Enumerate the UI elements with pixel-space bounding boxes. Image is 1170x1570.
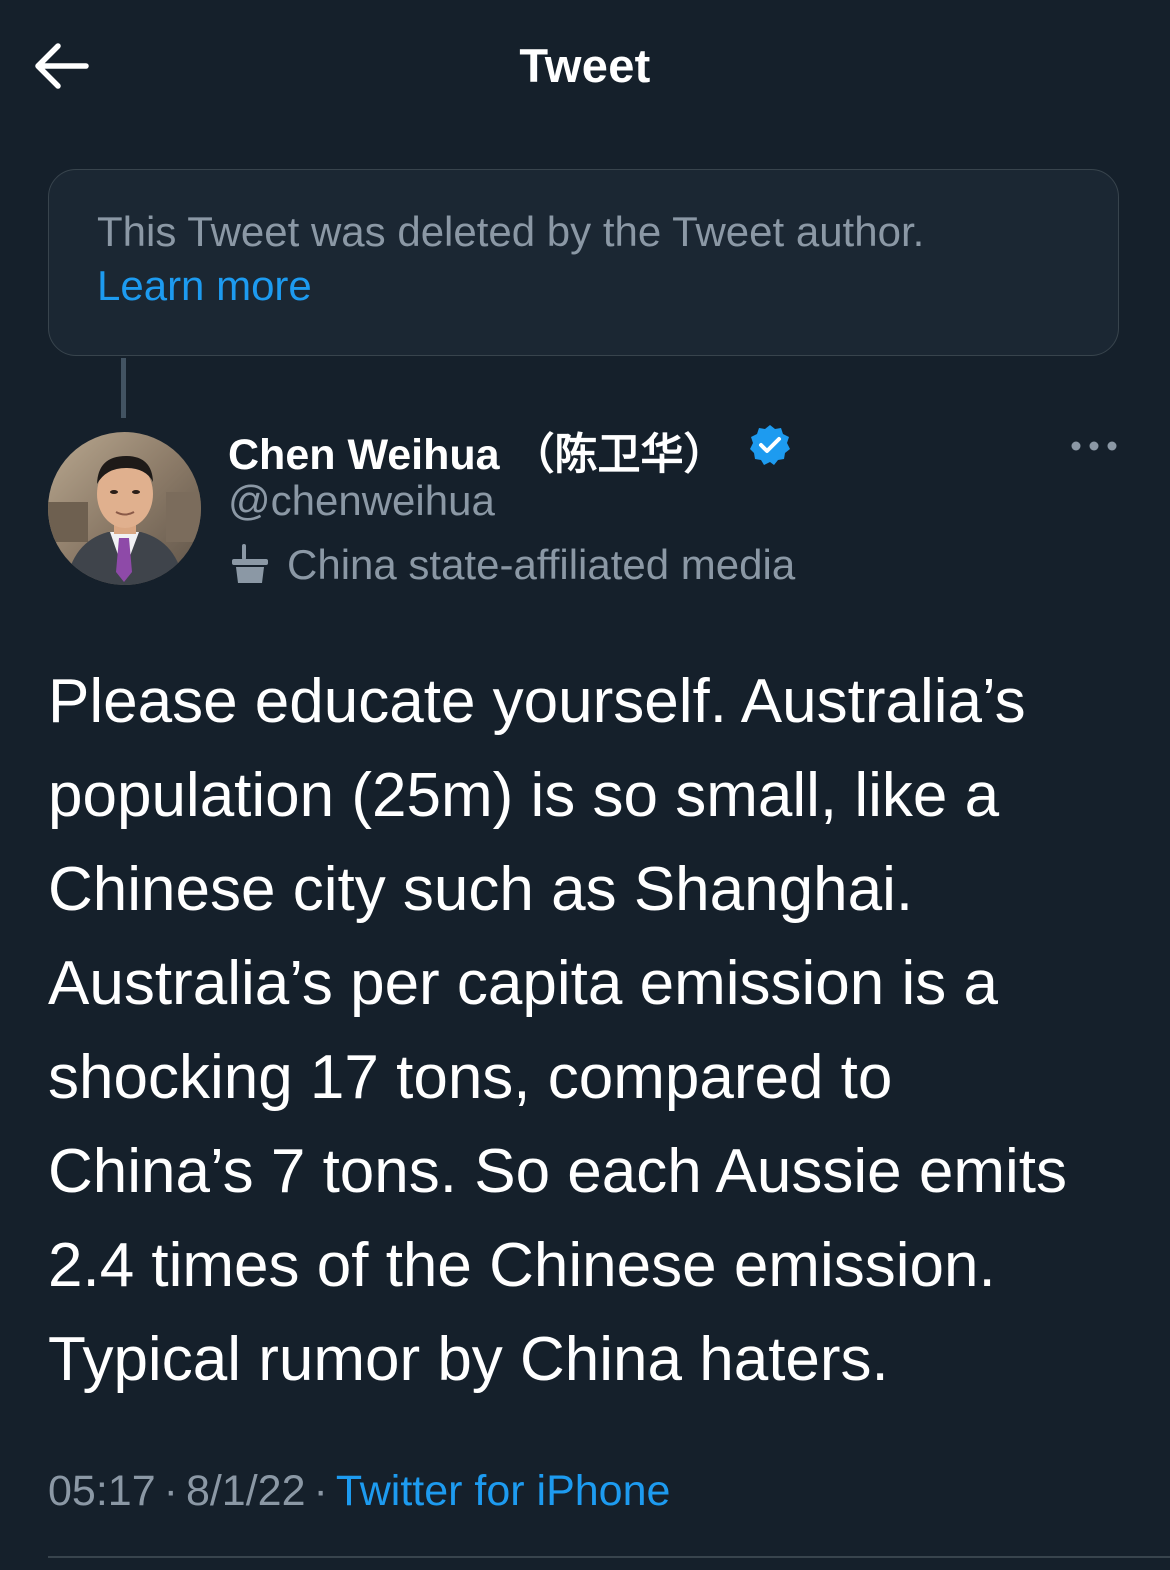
top-bar: Tweet <box>0 0 1170 135</box>
deleted-notice-text: This Tweet was deleted by the Tweet auth… <box>97 208 925 255</box>
page-title: Tweet <box>519 39 651 92</box>
tweet-metadata: 05:17 · 8/1/22 · Twitter for iPhone <box>48 1467 670 1516</box>
thread-connector-line <box>121 358 126 418</box>
learn-more-link[interactable]: Learn more <box>97 262 312 310</box>
tweet-text-line: shocking 17 tons, compared to <box>48 1043 893 1112</box>
more-options-icon[interactable] <box>1068 432 1120 460</box>
tweet-time[interactable]: 05:17 <box>48 1467 156 1515</box>
avatar[interactable] <box>48 432 201 585</box>
tweet-text-line: population (25m) is so small, like a <box>48 761 1000 830</box>
meta-separator: · <box>163 1467 178 1515</box>
tweet-text-line: China’s 7 tons. So each Aussie emits <box>48 1137 1067 1206</box>
tweet-text-line: 2.4 times of the Chinese emission. <box>48 1231 996 1300</box>
divider <box>48 1556 1170 1558</box>
tweet-date[interactable]: 8/1/22 <box>186 1467 306 1515</box>
tweet-body: Please educate yourself. Australia’s pop… <box>48 655 1128 1407</box>
tweet-source-link[interactable]: Twitter for iPhone <box>336 1467 671 1515</box>
tweet-text-line: Australia’s per capita emission is a <box>48 949 998 1018</box>
meta-separator: · <box>313 1467 328 1515</box>
tweet-text-line: Please educate yourself. Australia’s <box>48 667 1026 736</box>
deleted-tweet-notice: This Tweet was deleted by the Tweet auth… <box>48 169 1119 356</box>
author-display-name[interactable]: Chen Weihua （陈卫华） <box>228 420 727 482</box>
author-handle[interactable]: @chenweihua <box>228 477 495 525</box>
state-affiliated-media-label[interactable]: China state-affiliated media <box>287 541 795 589</box>
tweet-text-line: Typical rumor by China haters. <box>48 1325 889 1394</box>
tweet-text-line: Chinese city such as Shanghai. <box>48 855 914 924</box>
podium-icon <box>228 541 272 587</box>
verified-badge-icon <box>749 424 791 466</box>
